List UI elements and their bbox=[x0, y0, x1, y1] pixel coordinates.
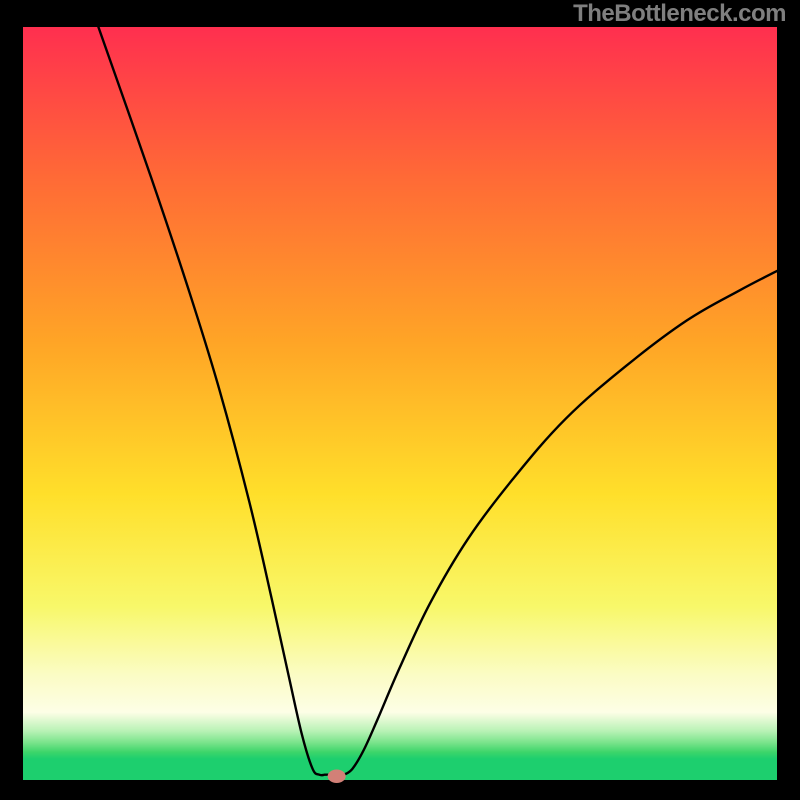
chart-container: TheBottleneck.com bbox=[0, 0, 800, 800]
chart-svg bbox=[0, 0, 800, 800]
watermark-text: TheBottleneck.com bbox=[573, 0, 786, 28]
